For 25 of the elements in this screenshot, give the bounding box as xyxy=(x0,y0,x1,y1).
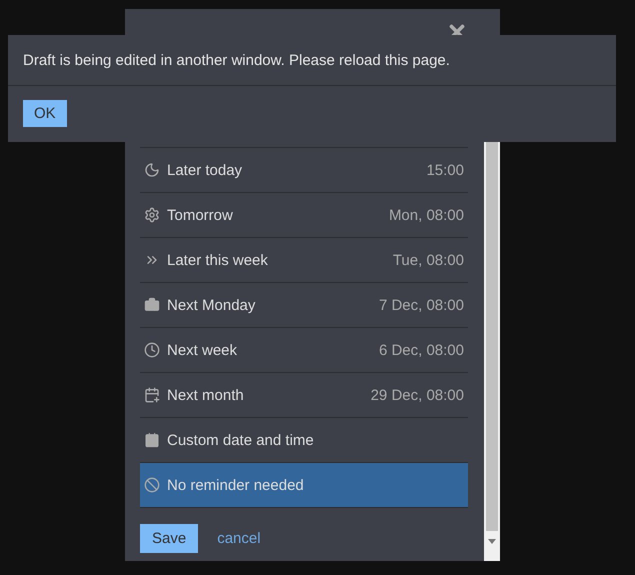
option-time: Tue, 08:00 xyxy=(392,252,464,268)
reminder-option[interactable]: Later today 15:00 xyxy=(140,148,468,193)
option-time: 29 Dec, 08:00 xyxy=(370,386,464,404)
reminder-option[interactable]: Next week 6 Dec, 08:00 xyxy=(140,328,468,373)
reminder-option[interactable]: Next month 29 Dec, 08:00 xyxy=(140,373,468,418)
option-time: 7 Dec, 08:00 xyxy=(378,296,464,314)
save-button[interactable]: Save xyxy=(140,524,198,553)
alert-message: Draft is being edited in another window. Please reload this page. xyxy=(8,35,616,86)
reminder-option[interactable]: Next Monday 7 Dec, 08:00 xyxy=(140,283,468,328)
option-time: 15:00 xyxy=(426,162,464,178)
calendar-plus-icon xyxy=(144,387,160,403)
calendar-icon xyxy=(144,432,160,448)
option-time: 6 Dec, 08:00 xyxy=(378,342,464,358)
reminder-option[interactable]: No reminder needed xyxy=(140,463,468,508)
gear-icon xyxy=(144,207,160,223)
briefcase-icon xyxy=(144,297,160,313)
reminder-option[interactable]: Tomorrow Mon, 08:00 xyxy=(140,193,468,238)
moon-icon xyxy=(144,162,160,178)
scroll-down-icon[interactable] xyxy=(488,539,496,544)
ok-button[interactable]: OK xyxy=(23,100,67,127)
cancel-link[interactable]: cancel xyxy=(217,530,261,547)
reminder-option[interactable]: Later this week Tue, 08:00 xyxy=(140,238,468,283)
option-time: Mon, 08:00 xyxy=(388,206,464,224)
ban-icon xyxy=(144,477,160,493)
clock-icon xyxy=(144,342,160,358)
